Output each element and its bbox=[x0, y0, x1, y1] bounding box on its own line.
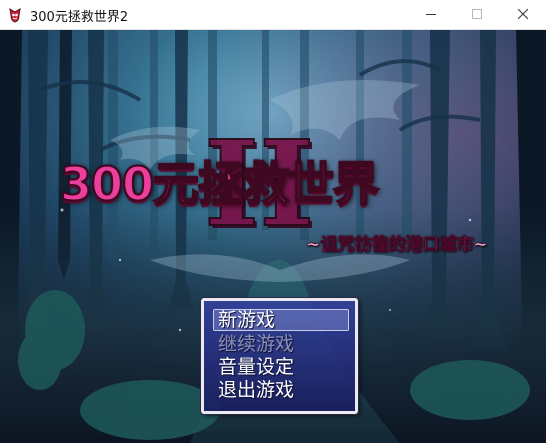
minimize-button[interactable] bbox=[408, 0, 454, 29]
minimize-icon bbox=[426, 14, 436, 15]
maximize-button[interactable] bbox=[454, 0, 500, 29]
menu-item-exit-game[interactable]: 退出游戏 bbox=[218, 379, 294, 401]
window-title: 300元拯救世界2 bbox=[30, 10, 129, 25]
title-bar[interactable]: 300元拯救世界2 bbox=[0, 0, 546, 30]
close-button[interactable] bbox=[500, 0, 546, 29]
logo-subtitle: ~诅咒彷徨的港口城市~ bbox=[306, 235, 488, 256]
game-app-icon bbox=[9, 8, 21, 23]
maximize-icon bbox=[472, 9, 482, 19]
menu-item-new-game[interactable]: 新游戏 bbox=[218, 309, 275, 331]
title-menu-window: 新游戏 继续游戏 音量设定 退出游戏 bbox=[201, 298, 358, 414]
menu-item-continue[interactable]: 继续游戏 bbox=[218, 333, 294, 355]
game-canvas[interactable]: II 300元拯救世界 ~诅咒彷徨的港口城市~ 新游戏 继续游戏 音量设定 退出… bbox=[0, 30, 546, 443]
close-icon bbox=[518, 9, 528, 19]
menu-item-sound-settings[interactable]: 音量设定 bbox=[218, 356, 294, 378]
game-window: 300元拯救世界2 II 300元拯救世界 ~诅咒彷徨的港口城市~ 新游戏 继续… bbox=[0, 0, 546, 443]
logo-title: 300元拯救世界 bbox=[59, 156, 380, 212]
